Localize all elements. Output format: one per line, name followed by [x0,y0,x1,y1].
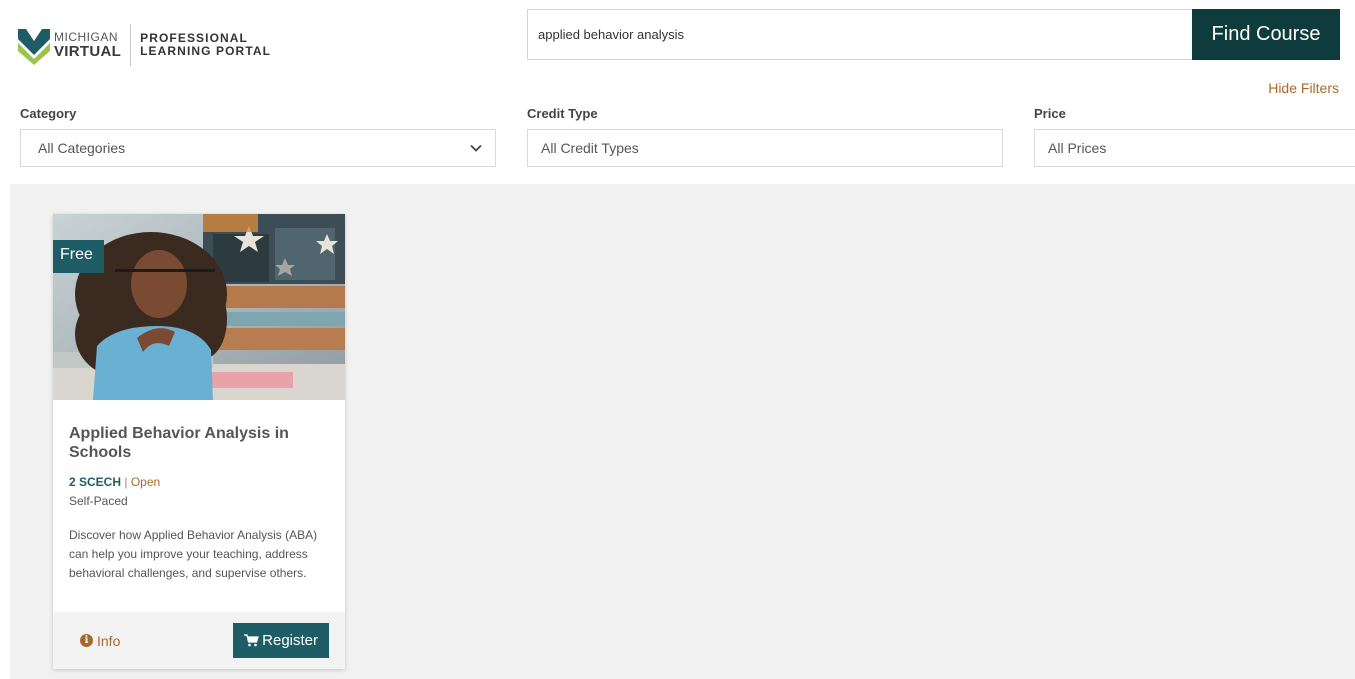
meta-separator: | [124,475,128,489]
course-image[interactable]: Free [53,214,345,400]
register-label: Register [262,632,318,649]
info-label: Info [97,632,121,649]
course-description: Discover how Applied Behavior Analysis (… [69,528,318,580]
category-filter: Category All Categories [20,106,496,167]
course-status: Open [130,475,161,489]
info-link[interactable]: i Info [80,633,120,649]
credit-type-filter: Credit Type All Credit Types [527,106,1003,167]
course-pace: Self-Paced [69,494,128,508]
register-button[interactable]: Register [233,623,329,658]
course-search: Find Course [527,9,1340,60]
price-filter: Price All Prices [1034,106,1355,167]
logo-brand-line2: VIRTUAL [54,43,122,60]
category-select-value: All Categories [38,140,126,156]
category-filter-label: Category [20,106,77,121]
credit-type-filter-label: Credit Type [527,106,598,121]
michigan-virtual-logo-icon [18,29,50,65]
find-course-button[interactable]: Find Course [1192,9,1340,60]
price-select[interactable]: All Prices [1034,129,1355,167]
site-logo[interactable]: MICHIGAN VIRTUAL PROFESSIONAL LEARNING P… [18,24,271,66]
course-credit-status: 2 SCECH | Open [69,475,329,490]
logo-portal-line2: LEARNING PORTAL [140,44,272,58]
page-header: MICHIGAN VIRTUAL PROFESSIONAL LEARNING P… [0,0,1355,184]
info-icon: i [80,634,93,647]
credit-type-select-value: All Credit Types [541,140,639,156]
course-title[interactable]: Applied Behavior Analysis in Schools [69,424,329,462]
chevron-down-icon [470,144,482,152]
course-card-footer: i Info Register [53,612,345,669]
price-filter-label: Price [1034,106,1066,121]
free-badge: Free [53,240,104,273]
results-area: Free Applied Behavior Analysis in School… [10,184,1355,679]
price-select-value: All Prices [1048,140,1107,156]
course-card: Free Applied Behavior Analysis in School… [53,214,345,669]
course-card-body: Applied Behavior Analysis in Schools 2 S… [53,400,345,583]
credit-type-select[interactable]: All Credit Types [527,129,1003,167]
course-credits: 2 SCECH [69,475,122,489]
category-select[interactable]: All Categories [20,129,496,167]
search-input[interactable] [527,9,1192,60]
hide-filters-link[interactable]: Hide Filters [1268,80,1339,96]
logo-brand-line1: MICHIGAN [54,30,118,44]
logo-portal-text: PROFESSIONAL LEARNING PORTAL [131,32,271,57]
cart-icon [244,634,259,647]
logo-brand-text: MICHIGAN VIRTUAL [54,24,132,66]
